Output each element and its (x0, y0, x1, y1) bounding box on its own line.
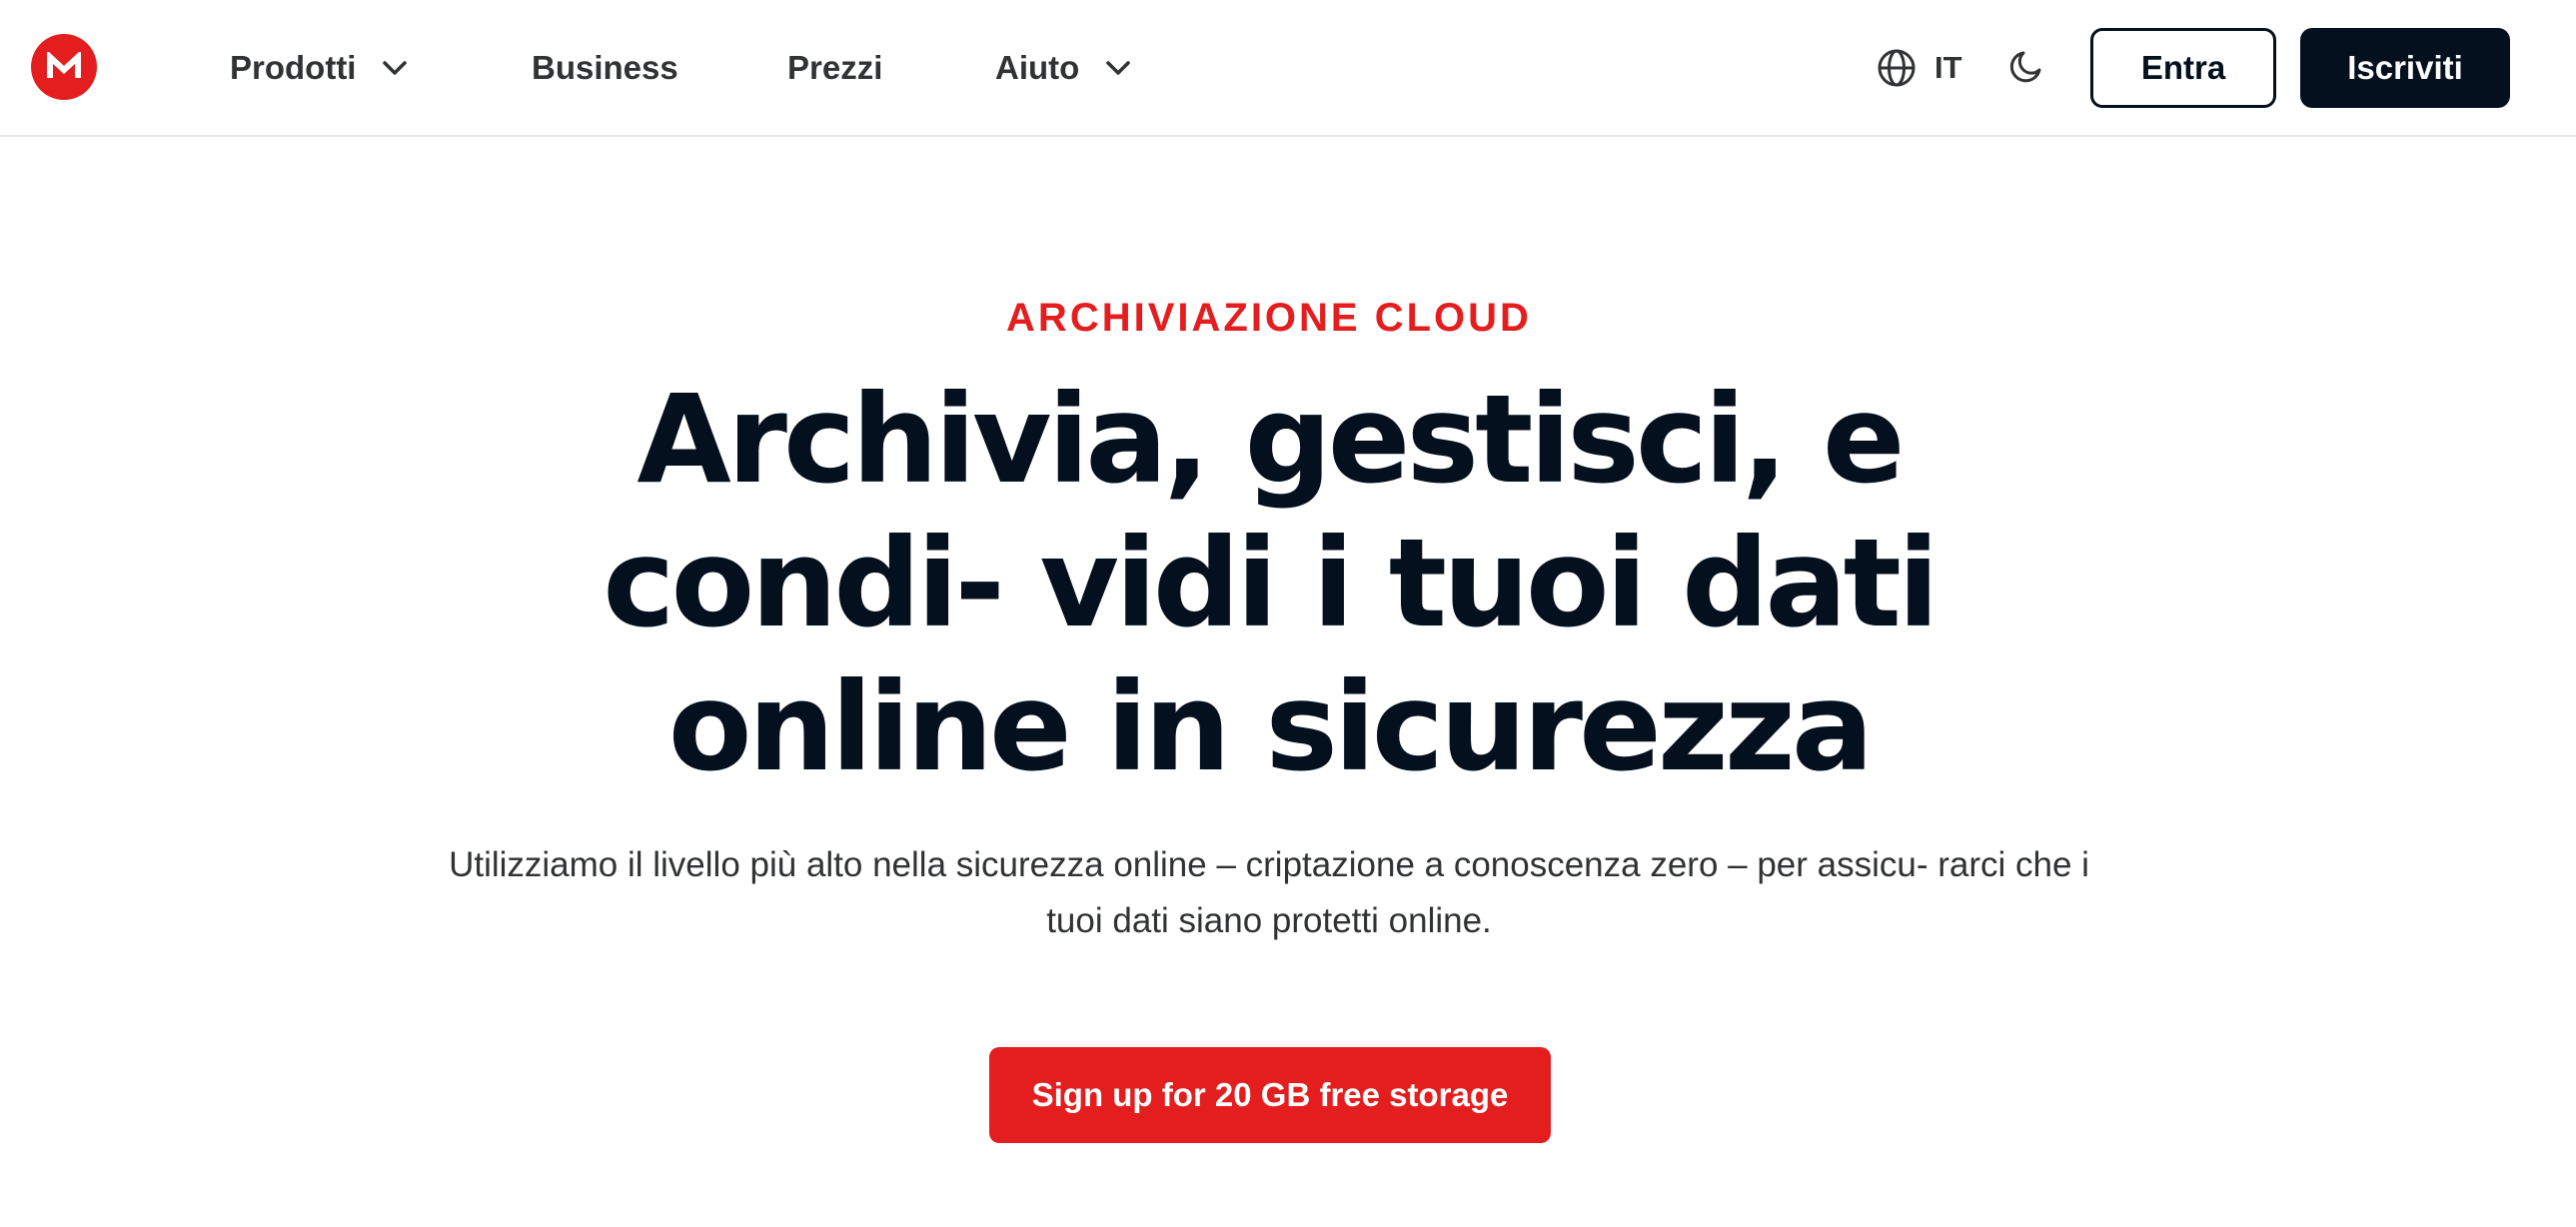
nav-business-label: Business (532, 49, 678, 86)
chevron-down-icon (1103, 53, 1133, 83)
login-button[interactable]: Entra (2090, 28, 2276, 108)
language-code: IT (1934, 50, 1962, 85)
nav-help-label: Aiuto (995, 49, 1080, 86)
nav-pricing-label: Prezzi (787, 49, 883, 86)
hero-title: Archivia, gestisci, e condi- vidi i tuoi… (603, 369, 1939, 798)
moon-icon[interactable] (2006, 46, 2046, 86)
signup-button[interactable]: Iscriviti (2300, 28, 2510, 108)
nav-products-menu[interactable]: Prodotti (230, 42, 410, 94)
nav-products-label: Prodotti (230, 49, 357, 86)
nav-pricing-link[interactable]: Prezzi (787, 42, 882, 94)
signup-cta-button[interactable]: Sign up for 20 GB free storage (989, 1047, 1551, 1143)
language-selector[interactable]: IT (1877, 44, 1962, 92)
mega-logo-icon[interactable] (31, 34, 97, 100)
chevron-down-icon (380, 53, 410, 83)
globe-icon (1877, 48, 1917, 88)
nav-business-link[interactable]: Business (532, 42, 678, 94)
hero-subtitle: Utilizziamo il livello più alto nella si… (449, 845, 2089, 940)
top-navigation-bar: Prodotti Business Prezzi Aiuto IT Entra (0, 0, 2576, 137)
hero-eyebrow: ARCHIVIAZIONE CLOUD (1006, 296, 1532, 340)
nav-help-menu[interactable]: Aiuto (995, 42, 1133, 94)
